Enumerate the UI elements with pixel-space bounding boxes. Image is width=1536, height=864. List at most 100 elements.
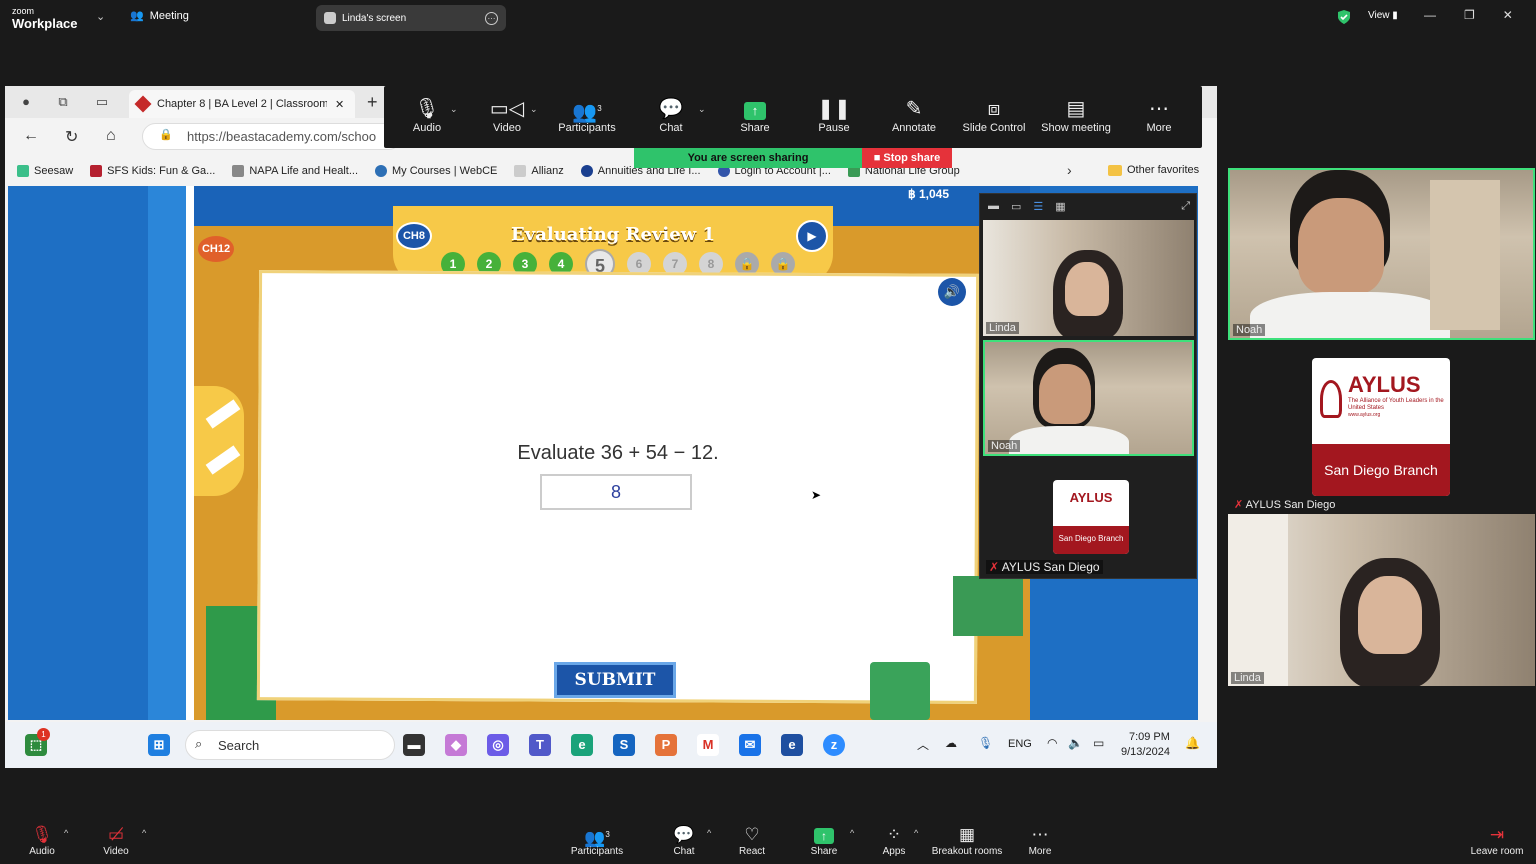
audio-button[interactable]: 🎙 Audio [392,96,462,134]
favorite-allianz[interactable]: Allianz [514,165,564,177]
seesaw-favicon [17,165,29,177]
minimize-icon[interactable]: ▬ [988,200,999,212]
volume-icon[interactable]: 🔈 [1068,736,1083,750]
bottom-chat-button[interactable]: 💬 Chat [654,824,714,857]
edge-browser-icon[interactable]: e [571,734,593,756]
paint-app-icon[interactable]: P [655,734,677,756]
profile-icon[interactable]: ● [18,94,34,110]
bottom-share-button[interactable]: ↑ Share [794,824,854,857]
more-button[interactable]: ⋯ More [1124,96,1194,134]
gmail-icon[interactable]: M [697,734,719,756]
bottom-video-button[interactable]: ▭̸ Video [86,824,146,857]
aylus-logo: AYLUS San Diego Branch [1053,480,1129,554]
mail-icon[interactable]: ✉ [739,734,761,756]
meeting-tab-button[interactable]: 👥 Meeting [130,9,189,23]
gallery-tile-linda[interactable]: Linda [1228,514,1535,686]
chevron-down-icon[interactable]: ⌄ [530,104,538,115]
security-shield-icon[interactable] [1336,9,1352,30]
onedrive-icon[interactable]: ☁ [945,736,957,750]
language-indicator[interactable]: ENG [1008,738,1032,750]
file-explorer-icon[interactable]: ▬ [403,734,425,756]
expand-icon[interactable]: ⤢ [1181,200,1190,213]
bottom-more-button[interactable]: ⋯ More [1010,824,1070,857]
new-tab-icon[interactable]: + [367,92,378,113]
favorite-webce[interactable]: My Courses | WebCE [375,165,497,177]
video-tile-aylus[interactable]: AYLUS San Diego Branch ✗ AYLUS San Diego [983,460,1194,576]
participants-button[interactable]: 👥3 Participants [552,96,622,134]
edge-legacy-icon[interactable]: e [781,734,803,756]
url-field[interactable]: https://beastacademy.com/schoo [142,123,402,150]
minimize-icon[interactable]: — [1424,8,1436,22]
eraser-icon[interactable] [205,445,241,475]
home-icon[interactable]: ⌂ [106,127,116,145]
screen-share-tab[interactable]: Linda's screen ⋯ [316,5,506,31]
bottom-participants-button[interactable]: 👥3 Participants [567,824,627,857]
strip-view-icon[interactable]: ☰ [1033,200,1043,213]
favorite-napa[interactable]: NAPA Life and Healt... [232,165,358,177]
maximize-icon[interactable]: ❐ [1464,8,1475,22]
speaker-view-icon[interactable]: ▭ [1011,200,1021,213]
chevron-up-icon[interactable]: ^ [142,828,146,838]
chevron-up-icon[interactable]: ︿ [917,736,929,753]
chevron-down-icon[interactable]: ⌄ [450,104,458,115]
side-chapter-badge[interactable]: CH12 [198,236,234,262]
video-button[interactable]: ▭◁ Video [472,96,542,134]
pause-button[interactable]: ❚❚ Pause [799,96,869,134]
bottom-breakout-rooms-button[interactable]: ▦ Breakout rooms [927,824,1007,857]
chevron-up-icon[interactable]: ^ [850,828,854,838]
workspaces-icon[interactable]: ⧉ [55,94,71,110]
gallery-view-icon[interactable]: ▦ [1055,200,1065,213]
stop-share-button[interactable]: ■ Stop share [862,148,952,168]
video-tile-linda[interactable]: Linda [983,220,1194,336]
chevron-up-icon[interactable]: ^ [64,828,68,838]
battery-icon[interactable]: ▭ [1093,736,1104,750]
browser-active-tab[interactable]: Chapter 8 | BA Level 2 | Classroom ✕ [129,90,355,118]
loop-app-icon[interactable]: ◎ [487,734,509,756]
zoom-workplace-logo[interactable]: zoom Workplace [12,6,78,30]
close-icon[interactable]: ✕ [1503,8,1513,22]
annotate-button[interactable]: ✎ Annotate [879,96,949,134]
pen-app-icon[interactable]: S [613,734,635,756]
share-button[interactable]: ↑ Share [720,96,790,134]
answer-input[interactable]: 8 [540,474,692,510]
back-icon[interactable]: ← [23,127,39,145]
submit-button[interactable]: SUBMIT [554,662,676,698]
slide-control-button[interactable]: ⧈ Slide Control [958,96,1030,134]
chat-button[interactable]: 💬 Chat [636,96,706,134]
chevron-down-icon[interactable]: ⌄ [698,104,706,115]
bottom-react-button[interactable]: ♡ React [722,824,782,857]
leave-room-button[interactable]: ⇥ Leave room [1467,824,1527,857]
refresh-icon[interactable]: ↻ [65,127,78,147]
vertical-tabs-icon[interactable]: ▭ [94,94,110,110]
favorite-seesaw[interactable]: Seesaw [17,165,73,177]
play-icon[interactable]: ▶ [796,220,828,252]
show-meeting-button[interactable]: ▤ Show meeting [1036,96,1116,134]
speaker-icon[interactable]: 🔊 [938,278,966,306]
video-tile-noah[interactable]: Noah [983,340,1194,456]
pencil-icon[interactable] [205,399,241,429]
microphone-icon[interactable]: 🎙 [978,736,993,750]
chevron-up-icon[interactable]: ^ [914,828,918,838]
gallery-tile-aylus[interactable]: AYLUS The Alliance of Youth Leaders in t… [1228,344,1535,512]
windows-start-icon[interactable]: ⊞ [148,734,170,756]
chapter-badge[interactable]: CH8 [396,222,432,250]
more-options-icon[interactable]: ⋯ [485,11,498,25]
chevron-up-icon[interactable]: ^ [707,828,711,838]
taskbar-clock[interactable]: 7:09 PM 9/13/2024 [1121,730,1170,760]
favorite-sfs-kids[interactable]: SFS Kids: Fun & Ga... [90,165,215,177]
chevron-right-icon[interactable]: › [1067,162,1072,178]
teams-icon[interactable]: T [529,734,551,756]
gallery-tile-noah[interactable]: Noah [1228,168,1535,340]
share-icon: ↑ [794,824,854,846]
taskbar-search-input[interactable]: Search [185,730,395,760]
wifi-icon[interactable]: ◠ [1047,736,1057,750]
notification-bell-icon[interactable]: 🔔 [1185,736,1200,750]
tab-close-icon[interactable]: ✕ [335,98,344,111]
view-button[interactable]: View ▮ [1368,10,1398,21]
zoom-app-icon[interactable]: z [823,734,845,756]
bottom-audio-button[interactable]: 🎙 Audio [12,824,72,857]
other-favorites[interactable]: Other favorites [1108,164,1199,176]
copilot-icon[interactable]: ◆ [445,734,467,756]
participant-name-row: ✗ AYLUS San Diego [1234,498,1335,511]
chevron-down-icon[interactable]: ⌄ [96,10,105,23]
